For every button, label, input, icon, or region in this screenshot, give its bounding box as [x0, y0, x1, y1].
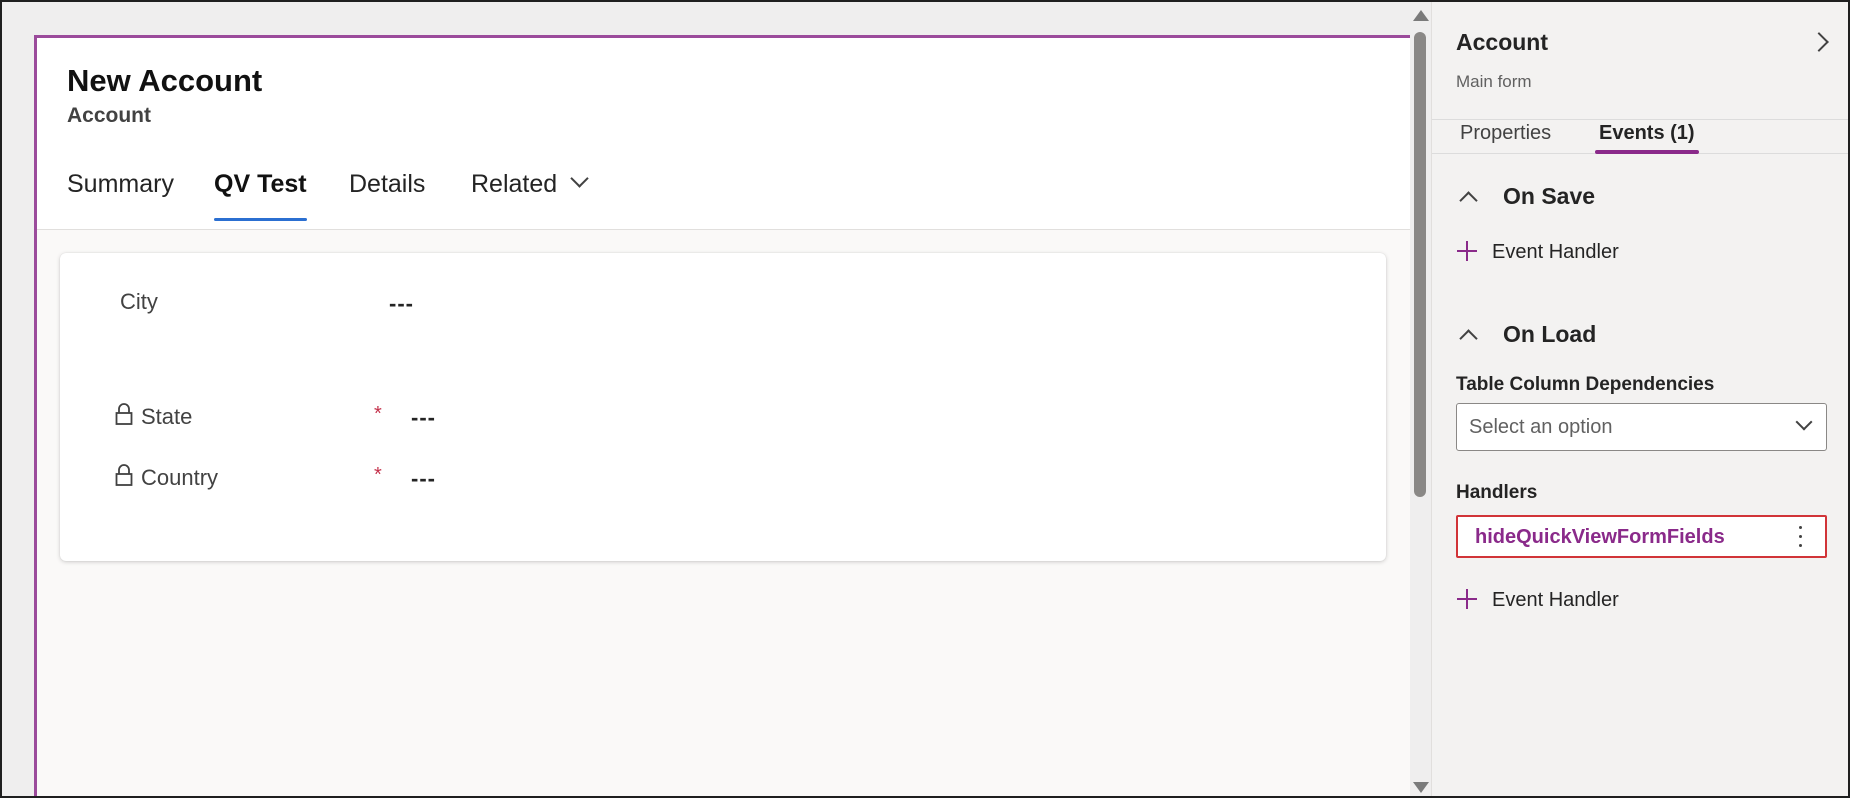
select-placeholder: Select an option: [1469, 416, 1613, 438]
form-preview[interactable]: New Account Account Summary QV Test Deta…: [34, 35, 1410, 796]
panel-tabs: Properties Events (1): [1432, 120, 1848, 154]
chevron-down-icon: [570, 169, 589, 188]
section-on-save-title[interactable]: On Save: [1503, 183, 1595, 210]
handler-name[interactable]: hideQuickViewFormFields: [1475, 526, 1725, 549]
plus-icon[interactable]: [1457, 241, 1477, 261]
chevron-right-icon[interactable]: [1809, 32, 1829, 52]
tab-events[interactable]: Events (1): [1595, 122, 1699, 154]
lock-icon: [115, 464, 133, 486]
add-event-handler-on-load[interactable]: Event Handler: [1492, 589, 1619, 612]
tab-related-label: Related: [471, 170, 558, 198]
tab-details-label: Details: [349, 170, 426, 198]
add-event-handler-on-save[interactable]: Event Handler: [1492, 241, 1619, 264]
form-canvas: New Account Account Summary QV Test Deta…: [2, 2, 1410, 796]
tab-related[interactable]: Related: [471, 169, 589, 220]
panel-title: Account: [1456, 29, 1548, 55]
form-title: New Account: [67, 63, 263, 98]
dependencies-select[interactable]: Select an option: [1456, 403, 1827, 451]
scroll-up-arrow-icon[interactable]: [1413, 10, 1429, 21]
scroll-down-arrow-icon[interactable]: [1413, 782, 1429, 793]
lock-icon: [115, 403, 133, 425]
field-label-country: Country: [141, 465, 219, 490]
field-value-state[interactable]: ---: [411, 405, 436, 431]
form-entity-name: Account: [67, 104, 151, 127]
tab-summary-label: Summary: [67, 170, 174, 198]
chevron-up-icon[interactable]: [1459, 191, 1478, 210]
field-value-country[interactable]: ---: [411, 466, 436, 492]
chevron-down-icon: [1795, 413, 1813, 431]
form-header: New Account Account Summary QV Test Deta…: [37, 38, 1410, 230]
more-options-icon[interactable]: [1799, 526, 1803, 548]
handler-item[interactable]: hideQuickViewFormFields: [1456, 515, 1827, 558]
field-label-city: City: [120, 289, 158, 314]
scroll-thumb[interactable]: [1414, 32, 1426, 497]
dependencies-label: Table Column Dependencies: [1456, 374, 1715, 395]
quick-view-card: City --- State * --- Country * ---: [60, 253, 1386, 561]
required-indicator: *: [374, 403, 382, 425]
plus-icon[interactable]: [1457, 589, 1477, 609]
chevron-up-icon[interactable]: [1459, 329, 1478, 348]
canvas-scrollbar[interactable]: [1410, 2, 1430, 796]
tab-qv-test-label: QV Test: [214, 170, 307, 198]
app-frame: New Account Account Summary QV Test Deta…: [0, 0, 1850, 798]
field-label-state: State: [141, 404, 193, 429]
section-on-load-title[interactable]: On Load: [1503, 321, 1596, 348]
tab-properties[interactable]: Properties: [1460, 122, 1551, 145]
tab-summary[interactable]: Summary: [67, 170, 174, 220]
panel-subtitle: Main form: [1456, 72, 1532, 91]
tab-qv-test[interactable]: QV Test: [214, 170, 307, 221]
tab-details[interactable]: Details: [349, 170, 425, 220]
required-indicator: *: [374, 464, 382, 486]
field-value-city[interactable]: ---: [389, 291, 414, 317]
properties-panel: Account Main form Properties Events (1) …: [1431, 2, 1848, 796]
handlers-label: Handlers: [1456, 482, 1538, 503]
panel-header: Account Main form: [1432, 2, 1848, 120]
